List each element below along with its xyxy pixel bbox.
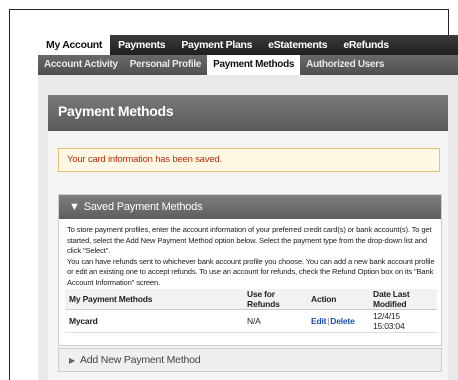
frame-border-left xyxy=(9,9,10,380)
tab-personal-profile[interactable]: Personal Profile xyxy=(124,55,207,75)
col-header-payment-methods: My Payment Methods xyxy=(65,289,243,310)
add-new-payment-method-toggle[interactable]: ▶ Add New Payment Method xyxy=(58,348,442,372)
saved-payment-methods-section: ▼ Saved Payment Methods To store payment … xyxy=(58,194,442,346)
alert-message: Your card information has been saved. xyxy=(67,154,222,165)
tab-payment-methods[interactable]: Payment Methods xyxy=(207,55,301,75)
frame-border-top xyxy=(9,9,449,10)
action-separator: | xyxy=(327,316,330,326)
col-header-date-modified: Date Last Modified xyxy=(369,289,437,310)
use-for-refunds-value: N/A xyxy=(243,309,307,333)
add-section-title-wrap: ▶ Add New Payment Method xyxy=(69,354,201,366)
tab-erefunds[interactable]: eRefunds xyxy=(335,35,396,55)
col-header-use-for-refunds: Use for Refunds xyxy=(243,289,307,310)
tab-payments[interactable]: Payments xyxy=(110,35,173,55)
tab-my-account[interactable]: My Account xyxy=(38,35,111,55)
secondary-tab-bar: Account Activity Personal Profile Paymen… xyxy=(38,55,458,75)
triangle-right-icon: ▶ xyxy=(69,356,75,365)
panel-header: Payment Methods xyxy=(48,95,448,131)
payment-methods-table: My Payment Methods Use for Refunds Actio… xyxy=(65,289,437,333)
tab-account-activity[interactable]: Account Activity xyxy=(38,55,124,75)
col-header-action: Action xyxy=(307,289,369,310)
account-app: My Account Payments Payment Plans eState… xyxy=(38,35,458,380)
instructions-paragraph-2: You can have refunds sent to whichever b… xyxy=(67,256,435,287)
page-title: Payment Methods xyxy=(58,103,174,119)
saved-section-title-wrap: ▼ Saved Payment Methods xyxy=(69,201,203,213)
tab-authorized-users[interactable]: Authorized Users xyxy=(300,55,390,75)
saved-section-title: Saved Payment Methods xyxy=(83,201,203,213)
saved-section-header[interactable]: ▼ Saved Payment Methods xyxy=(59,195,441,219)
primary-tab-bar: My Account Payments Payment Plans eState… xyxy=(38,35,458,55)
tab-estatements[interactable]: eStatements xyxy=(260,35,335,55)
add-section-title: Add New Payment Method xyxy=(79,354,201,366)
payment-methods-panel: Payment Methods Your card information ha… xyxy=(48,95,448,380)
tab-payment-plans[interactable]: Payment Plans xyxy=(173,35,260,55)
delete-link[interactable]: Delete xyxy=(330,316,355,326)
date-modified-value: 12/4/15 15:03:04 xyxy=(369,309,437,333)
payment-method-name: Mycard xyxy=(65,309,243,333)
table-header-row: My Payment Methods Use for Refunds Actio… xyxy=(65,289,437,310)
table-row: Mycard N/A Edit|Delete 12/4/15 15:03:04 xyxy=(65,309,437,333)
action-cell: Edit|Delete xyxy=(307,309,369,333)
instructions-text: To store payment profiles, enter the acc… xyxy=(67,225,437,288)
success-alert: Your card information has been saved. xyxy=(58,148,440,172)
instructions-paragraph-1: To store payment profiles, enter the acc… xyxy=(67,225,432,255)
triangle-down-icon: ▼ xyxy=(69,201,80,213)
edit-link[interactable]: Edit xyxy=(311,316,326,326)
